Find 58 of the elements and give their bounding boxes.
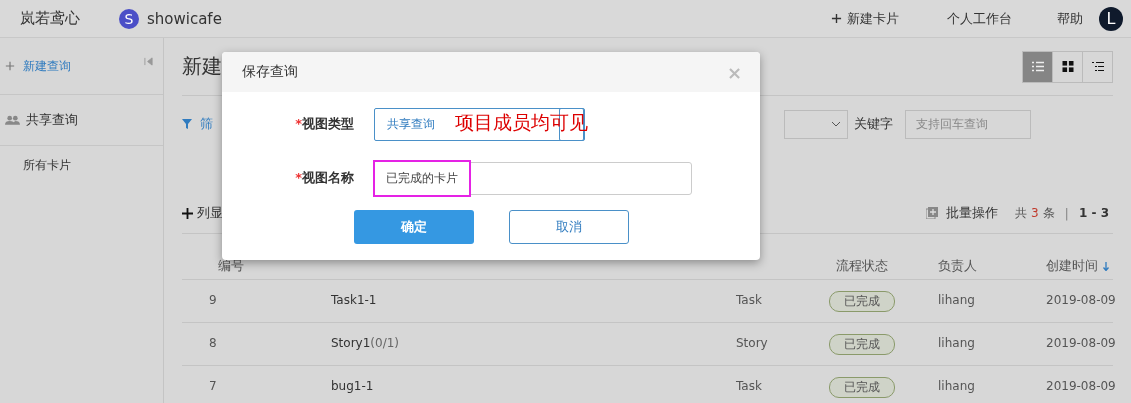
workbench-link[interactable]: 个人工作台 (947, 9, 1012, 28)
count-text: 共 3 条 (1015, 204, 1055, 222)
field-label: *视图类型 (294, 115, 354, 133)
column-header[interactable]: 负责人 (938, 257, 977, 275)
table-cell: lihang (938, 379, 975, 393)
table-cell[interactable]: Task1-1 (331, 293, 377, 307)
column-header[interactable]: 创建时间 (1046, 257, 1109, 275)
people-icon (5, 115, 20, 125)
page-range: 1 - 3 (1078, 206, 1109, 220)
keyword-label: 关键字 (854, 115, 893, 133)
keyword-field[interactable]: 支持回车查询 (905, 109, 1031, 139)
table-cell[interactable]: bug1-1 (331, 379, 374, 393)
table-cell: 9 (209, 293, 217, 307)
plus-icon (831, 13, 842, 24)
table-cell: 7 (209, 379, 217, 393)
sidebar-item[interactable]: 所有卡片 (0, 146, 163, 174)
table-cell[interactable]: Story1(0/1) (331, 336, 400, 350)
list-icon (1031, 61, 1044, 72)
divider-mark: | (1064, 205, 1069, 221)
tree-view-button[interactable] (1082, 50, 1113, 83)
chevron-down-icon (831, 121, 841, 127)
status-badge: 已完成 (829, 291, 895, 312)
table-cell: 2019-08-09 (1046, 379, 1116, 393)
status-badge: 已完成 (829, 377, 895, 398)
batch-button[interactable]: 批量操作 (946, 204, 999, 222)
project-name[interactable]: showicafe (147, 9, 222, 28)
collapse-icon[interactable] (144, 56, 153, 66)
batch-icon (926, 207, 939, 219)
indented-list-icon (1091, 61, 1104, 72)
filter-icon (182, 119, 192, 129)
help-link[interactable]: 帮助 (1057, 9, 1083, 28)
brand-name[interactable]: 岚若鸢心 (20, 9, 80, 28)
new-card-link[interactable]: 新建卡片 (847, 9, 899, 28)
table-cell: 2019-08-09 (1046, 336, 1116, 350)
columns-button[interactable]: 列显 (197, 204, 223, 222)
table-cell: 2019-08-09 (1046, 293, 1116, 307)
highlight-frame: 已完成的卡片 (373, 159, 471, 197)
table-cell: Story (736, 336, 768, 350)
status-badge: 已完成 (829, 334, 895, 355)
table-cell: lihang (938, 293, 975, 307)
table-cell: lihang (938, 336, 975, 350)
table-cell: Task (736, 379, 762, 393)
plus-icon (5, 61, 15, 71)
grid-icon (1061, 61, 1074, 72)
dialog-title: 保存查询 (242, 63, 298, 81)
column-header[interactable]: 流程状态 (836, 257, 888, 275)
table-cell: Task (736, 293, 762, 307)
field-label: *视图名称 (294, 169, 354, 187)
table-cell: 8 (209, 336, 217, 350)
section-title: 共享查询 (26, 111, 78, 129)
user-avatar[interactable]: L (1099, 6, 1123, 31)
page-title: 新建 (182, 53, 222, 80)
cancel-button[interactable]: 取消 (509, 210, 629, 244)
plus-icon (182, 207, 193, 219)
project-avatar: S (119, 8, 139, 29)
column-header[interactable]: 编号 (218, 257, 244, 275)
grid-view-button[interactable] (1052, 50, 1083, 83)
view-name-field[interactable]: 已完成的卡片 (374, 161, 692, 195)
